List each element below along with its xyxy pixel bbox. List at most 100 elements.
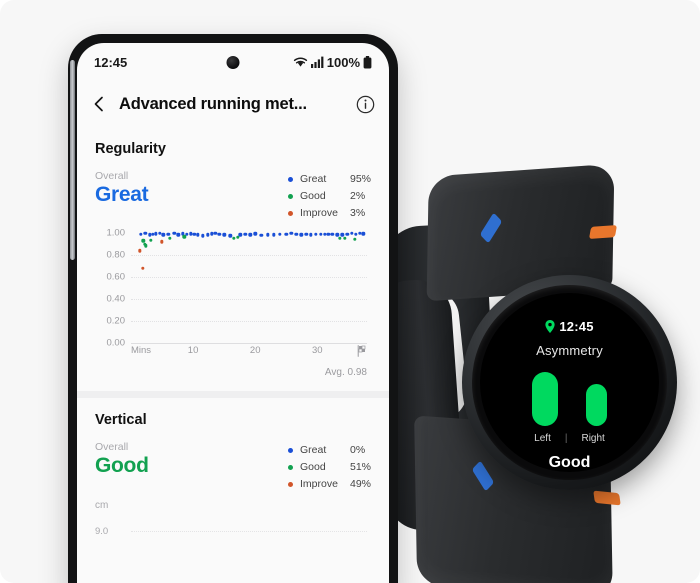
chart-data-point [238,232,242,237]
chart-data-point [289,231,293,235]
info-circle-icon[interactable] [356,95,375,114]
section-vertical: Vertical Overall Good Great 0% Good 51% Impr… [77,398,389,544]
legend-label: Improve [299,207,338,219]
chart-data-point [337,236,342,240]
chart-data-point [345,232,349,236]
legend-value: 3% [349,207,366,219]
watch-screen[interactable]: 12:45 Asymmetry Left | Right Good [480,293,659,472]
legend-value: 0% [349,444,366,456]
status-bar-time: 12:45 [94,54,128,70]
scroll-content[interactable]: Regularity Overall Great Great 95% Good 2% I… [77,127,389,583]
watch-time: 12:45 [559,319,594,334]
overall-label-regularity: Overall [95,170,129,182]
legend-item: Great 95% [287,173,371,185]
chart-data-point [272,232,276,237]
overall-block-regularity: Overall Great [95,170,149,207]
overall-value-vertical: Good [95,454,149,477]
chart-gridline [131,255,367,257]
asymmetry-bar-right [586,384,607,426]
asymmetry-status: Good [548,454,591,471]
chart-data-point [278,232,282,236]
legend-regularity: Great 95% Good 2% Improve 3% [287,170,371,219]
chart-x-tick-label: 30 [312,345,323,356]
overall-label-vertical: Overall [95,441,129,453]
chart-plot-area [131,231,367,344]
chart-y-tick-label: 1.00 [106,227,126,239]
vertical-first-tick: 9.0 [95,526,109,537]
chart-data-point [144,243,148,248]
chart-data-point [314,232,318,236]
chart-data-point [259,233,264,237]
legend-color-dot [287,447,293,453]
watch-metric-title: Asymmetry [536,343,603,358]
legend-item: Good 51% [287,461,371,473]
chart-data-point [161,232,165,237]
legend-value: 2% [349,190,366,202]
band-accent-orange-top [588,225,618,239]
section-title-regularity: Regularity [95,141,166,157]
watch-bezel: 12:45 Asymmetry Left | Right Good [472,285,667,480]
watch-time-row: 12:45 [545,319,593,334]
chart-y-tick-label: 0.80 [106,249,126,261]
legend-item: Improve 3% [287,207,371,219]
section-title-vertical: Vertical [95,412,147,428]
chart-y-tick-label: 0.20 [106,315,126,327]
summary-row-vertical: Overall Good Great 0% Good 51% Improve 49% [95,441,371,490]
chart-data-point [352,237,357,241]
chart-data-point [253,231,257,236]
legend-item: Great 0% [287,444,371,456]
chart-x-tick-label: 10 [187,345,199,356]
chart-data-point [182,235,187,239]
chart-data-point [149,238,153,242]
chart-data-point [160,240,164,244]
overall-block-vertical: Overall Good [95,441,149,478]
section-divider [77,391,389,398]
checkered-flag-icon [357,345,366,357]
legend-color-dot [287,193,293,199]
legend-value: 51% [349,461,371,473]
chart-data-point [284,232,288,236]
legend-color-dot [287,176,293,182]
status-bar-indicators: 100% [293,55,372,70]
wifi-icon [293,57,307,67]
cellular-signal-icon [310,56,324,68]
chart-data-point [143,231,147,235]
asymmetry-bars [532,372,607,426]
chart-data-point [294,232,298,236]
legend-label: Good [299,190,326,202]
asymmetry-bar-left [532,372,558,426]
legend-label: Improve [299,478,338,490]
chart-y-axis: 1.00 0.80 0.60 0.40 0.20 0.00 [95,228,129,349]
legend-label: Great [299,173,327,185]
legend-vertical: Great 0% Good 51% Improve 49% [287,441,371,490]
chart-y-tick-label: 0.60 [106,271,126,283]
smartwatch: 12:45 Asymmetry Left | Right Good [371,163,700,583]
chart-data-point [139,232,143,236]
phone-screen: 12:45 100% Advanced running met... Regul… [77,43,389,583]
overall-value-regularity: Great [95,183,149,206]
legend-color-dot [287,481,293,487]
battery-percent: 100% [326,54,360,70]
chart-x-tick-label: Mins [131,345,152,356]
chart-data-point [217,232,221,236]
legend-item: Good 2% [287,190,371,202]
chart-data-point [201,234,205,238]
chart-data-point [176,232,180,237]
page-title: Advanced running met... [119,94,307,113]
phone-side-button[interactable] [70,60,75,260]
vertical-gridline [131,531,367,532]
chart-data-point [236,235,240,240]
asymmetry-label-divider: | [564,433,568,444]
regularity-scatter-chart: 1.00 0.80 0.60 0.40 0.20 0.00 Mins 10 20 30 [95,228,371,365]
legend-color-dot [287,464,293,470]
chart-data-point [137,248,142,253]
chart-data-point [299,232,303,237]
chart-data-point [361,231,365,236]
back-chevron-icon[interactable] [91,96,107,112]
chart-data-point [330,232,334,236]
chart-y-tick-label: 0.00 [106,337,126,349]
chart-y-tick-label: 0.40 [106,293,126,305]
legend-value: 49% [349,478,371,490]
chart-data-point [222,232,226,237]
chart-data-point [196,232,200,237]
